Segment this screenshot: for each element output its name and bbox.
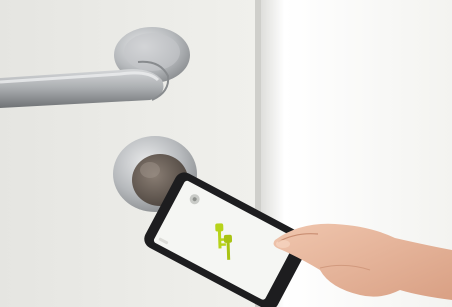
photo-scene xyxy=(0,0,452,307)
door-lock-photo xyxy=(0,0,452,307)
